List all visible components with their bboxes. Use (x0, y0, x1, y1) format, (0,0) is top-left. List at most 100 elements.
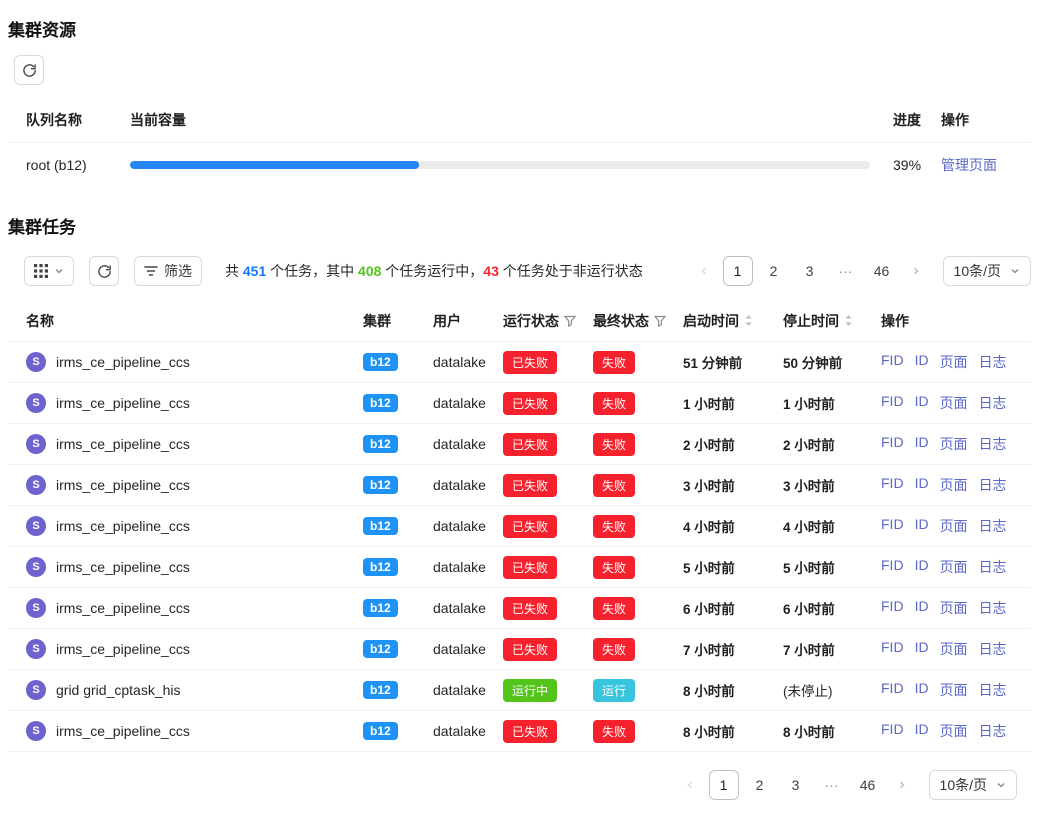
spark-avatar: S (26, 475, 46, 495)
page-link[interactable]: 页面 (940, 721, 968, 741)
column-settings-button[interactable] (24, 256, 74, 286)
running-count: 408 (358, 263, 381, 279)
page-button-46[interactable]: 46 (853, 770, 883, 800)
page-size-select[interactable]: 10条/页 (929, 770, 1017, 800)
refresh-icon (22, 63, 37, 78)
id-link[interactable]: ID (915, 352, 929, 372)
page-link[interactable]: 页面 (940, 393, 968, 413)
task-row: Sgrid grid_cptask_his b12 datalake 运行中 运… (8, 670, 1031, 711)
spark-avatar: S (26, 639, 46, 659)
log-link[interactable]: 日志 (979, 598, 1007, 618)
fid-link[interactable]: FID (881, 393, 904, 413)
start-time: 6 小时前 (683, 598, 783, 618)
cluster-badge: b12 (363, 517, 398, 535)
fid-link[interactable]: FID (881, 598, 904, 618)
page-link[interactable]: 页面 (940, 434, 968, 454)
page-link[interactable]: 页面 (940, 557, 968, 577)
fid-link[interactable]: FID (881, 721, 904, 741)
col-actions: 操作 (881, 311, 1031, 331)
page-link[interactable]: 页面 (940, 516, 968, 536)
filter-funnel-icon[interactable] (564, 315, 576, 327)
start-time: 5 小时前 (683, 557, 783, 577)
cluster-badge: b12 (363, 599, 398, 617)
log-link[interactable]: 日志 (979, 680, 1007, 700)
page-button-2[interactable]: 2 (745, 770, 775, 800)
page-link[interactable]: 页面 (940, 680, 968, 700)
task-name: irms_ce_pipeline_ccs (56, 600, 190, 616)
id-link[interactable]: ID (915, 475, 929, 495)
start-time: 7 小时前 (683, 639, 783, 659)
fid-link[interactable]: FID (881, 352, 904, 372)
page-button-2[interactable]: 2 (759, 256, 789, 286)
page-link[interactable]: 页面 (940, 639, 968, 659)
run-status-badge: 已失败 (503, 638, 557, 661)
page-button-3[interactable]: 3 (795, 256, 825, 286)
log-link[interactable]: 日志 (979, 434, 1007, 454)
id-link[interactable]: ID (915, 516, 929, 536)
next-page-button[interactable] (889, 770, 915, 800)
filter-button[interactable]: 筛选 (134, 256, 202, 286)
page-button-1[interactable]: 1 (709, 770, 739, 800)
refresh-icon (97, 264, 112, 279)
id-link[interactable]: ID (915, 639, 929, 659)
log-link[interactable]: 日志 (979, 557, 1007, 577)
id-link[interactable]: ID (915, 434, 929, 454)
cluster-badge: b12 (363, 435, 398, 453)
log-link[interactable]: 日志 (979, 352, 1007, 372)
sort-icon[interactable] (844, 314, 853, 327)
id-link[interactable]: ID (915, 557, 929, 577)
id-link[interactable]: ID (915, 680, 929, 700)
id-link[interactable]: ID (915, 598, 929, 618)
page-link[interactable]: 页面 (940, 598, 968, 618)
task-row: Sirms_ce_pipeline_ccs b12 datalake 已失败 失… (8, 629, 1031, 670)
final-status-badge: 失败 (593, 474, 635, 497)
stop-time: 7 小时前 (783, 639, 881, 659)
manage-page-link[interactable]: 管理页面 (941, 157, 997, 173)
log-link[interactable]: 日志 (979, 721, 1007, 741)
fid-link[interactable]: FID (881, 475, 904, 495)
resources-refresh-button[interactable] (14, 55, 44, 85)
page-link[interactable]: 页面 (940, 475, 968, 495)
filter-icon (144, 264, 158, 278)
next-page-button[interactable] (903, 256, 929, 286)
run-status-badge: 已失败 (503, 433, 557, 456)
resource-row: root (b12) 39% 管理页面 (8, 143, 1031, 187)
page-link[interactable]: 页面 (940, 352, 968, 372)
tasks-table: 名称 集群 用户 运行状态 最终状态 启动时间 (8, 300, 1031, 752)
start-time: 2 小时前 (683, 434, 783, 454)
id-link[interactable]: ID (915, 721, 929, 741)
page-size-select[interactable]: 10条/页 (943, 256, 1031, 286)
prev-page-button[interactable] (691, 256, 717, 286)
task-user: datalake (433, 518, 503, 534)
final-status-badge: 失败 (593, 556, 635, 579)
fid-link[interactable]: FID (881, 516, 904, 536)
filter-button-label: 筛选 (164, 261, 192, 281)
start-time: 51 分钟前 (683, 352, 783, 372)
log-link[interactable]: 日志 (979, 516, 1007, 536)
capacity-progress-bar (130, 161, 870, 169)
col-start-time: 启动时间 (683, 311, 783, 331)
sort-icon[interactable] (744, 314, 753, 327)
page-ellipsis[interactable]: ··· (831, 256, 861, 286)
log-link[interactable]: 日志 (979, 393, 1007, 413)
page-button-1[interactable]: 1 (723, 256, 753, 286)
task-user: datalake (433, 436, 503, 452)
log-link[interactable]: 日志 (979, 475, 1007, 495)
tasks-refresh-button[interactable] (89, 256, 119, 286)
task-row: Sirms_ce_pipeline_ccs b12 datalake 已失败 失… (8, 465, 1031, 506)
spark-avatar: S (26, 434, 46, 454)
stop-time: 4 小时前 (783, 516, 881, 536)
final-status-badge: 失败 (593, 597, 635, 620)
page-ellipsis[interactable]: ··· (817, 770, 847, 800)
page-button-3[interactable]: 3 (781, 770, 811, 800)
fid-link[interactable]: FID (881, 557, 904, 577)
fid-link[interactable]: FID (881, 434, 904, 454)
page-button-46[interactable]: 46 (867, 256, 897, 286)
task-row: Sirms_ce_pipeline_ccs b12 datalake 已失败 失… (8, 506, 1031, 547)
prev-page-button[interactable] (677, 770, 703, 800)
filter-funnel-icon[interactable] (654, 315, 666, 327)
fid-link[interactable]: FID (881, 639, 904, 659)
id-link[interactable]: ID (915, 393, 929, 413)
fid-link[interactable]: FID (881, 680, 904, 700)
log-link[interactable]: 日志 (979, 639, 1007, 659)
